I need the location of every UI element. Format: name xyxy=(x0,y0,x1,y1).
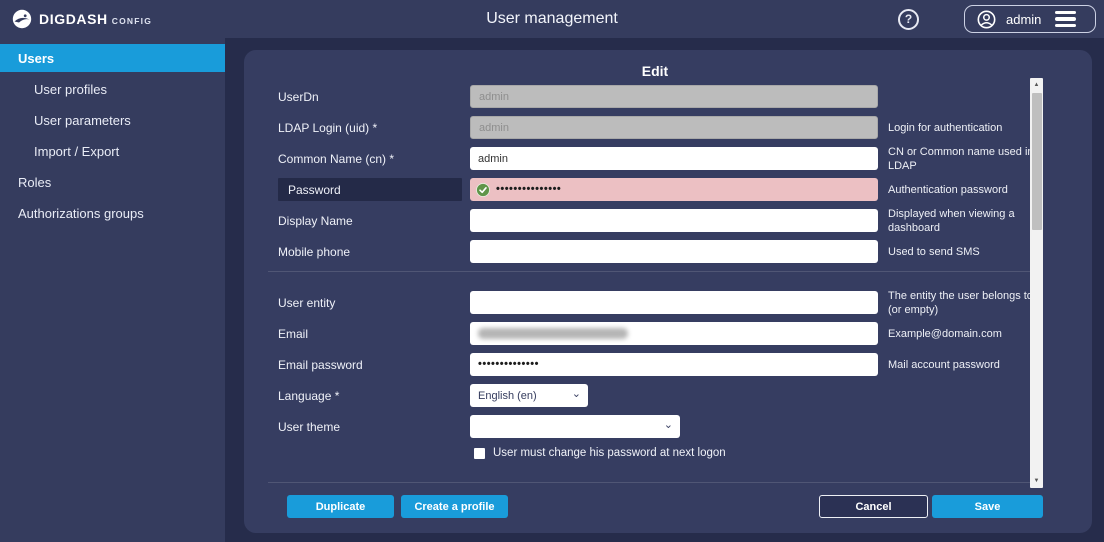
ldap-login-label: LDAP Login (uid) * xyxy=(268,116,470,139)
change-password-checkbox[interactable] xyxy=(474,448,485,459)
sidebar-item-authorizations-groups[interactable]: Authorizations groups xyxy=(0,199,225,227)
user-entity-input[interactable] xyxy=(470,291,878,314)
ldap-login-input xyxy=(470,116,878,139)
common-name-label: Common Name (cn) * xyxy=(268,147,470,170)
email-label: Email xyxy=(268,322,470,345)
mobile-phone-input[interactable] xyxy=(470,240,878,263)
topbar: DIGDASH CONFIG User management ? admin xyxy=(0,0,1104,38)
ldap-login-help: Login for authentication xyxy=(878,121,1042,135)
user-theme-label: User theme xyxy=(268,415,470,438)
sidebar-item-users[interactable]: Users xyxy=(0,44,225,72)
language-label: Language * xyxy=(268,384,470,407)
brand: DIGDASH CONFIG xyxy=(12,9,152,29)
display-name-help: Displayed when viewing a dashboard xyxy=(878,207,1042,235)
language-selected-value: English (en) xyxy=(478,390,537,402)
common-name-input[interactable] xyxy=(470,147,878,170)
form-row-password: Password ••••••••••••••• Authentication … xyxy=(268,178,1042,201)
brand-suffix: CONFIG xyxy=(112,16,152,26)
form-row-email-password: Email password •••••••••••••• Mail accou… xyxy=(268,353,1042,376)
mobile-phone-label: Mobile phone xyxy=(268,240,470,263)
common-name-help: CN or Common name used in LDAP xyxy=(878,145,1042,173)
form-row-common-name: Common Name (cn) * CN or Common name use… xyxy=(268,147,1042,170)
userdn-input xyxy=(470,85,878,108)
sidebar-item-import-export[interactable]: Import / Export xyxy=(0,137,225,165)
display-name-input[interactable] xyxy=(470,209,878,232)
hamburger-menu-icon[interactable] xyxy=(1055,11,1076,27)
main-area: Edit UserDn LDAP Login (uid) * Login for… xyxy=(225,38,1104,542)
mobile-phone-help: Used to send SMS xyxy=(878,245,1042,259)
display-name-label: Display Name xyxy=(268,209,470,232)
form-scrollbar[interactable]: ▲ ▼ xyxy=(1030,78,1043,488)
save-button[interactable]: Save xyxy=(932,495,1043,518)
brand-name: DIGDASH xyxy=(39,11,108,27)
footer-divider xyxy=(268,482,1042,483)
email-password-value: •••••••••••••• xyxy=(478,359,539,370)
form-row-user-theme: User theme ⌄ xyxy=(268,415,1042,438)
chevron-down-icon: ⌄ xyxy=(664,418,673,431)
sidebar-item-user-parameters[interactable]: User parameters xyxy=(0,106,225,134)
password-label: Password xyxy=(278,178,462,201)
user-entity-label: User entity xyxy=(268,291,470,314)
email-password-input[interactable]: •••••••••••••• xyxy=(470,353,878,376)
email-redacted-value xyxy=(478,328,628,339)
language-select[interactable]: English (en) ⌄ xyxy=(470,384,588,407)
create-profile-button[interactable]: Create a profile xyxy=(401,495,508,518)
duplicate-button[interactable]: Duplicate xyxy=(287,495,394,518)
change-password-row: User must change his password at next lo… xyxy=(474,446,1042,460)
user-menu-button[interactable]: admin xyxy=(964,5,1096,33)
form-row-language: Language * English (en) ⌄ xyxy=(268,384,1042,407)
email-password-help: Mail account password xyxy=(878,358,1042,372)
digdash-logo-icon xyxy=(12,9,32,29)
form-row-mobile-phone: Mobile phone Used to send SMS xyxy=(268,240,1042,263)
check-circle-icon xyxy=(476,183,490,197)
sidebar: Users User profiles User parameters Impo… xyxy=(0,38,225,542)
change-password-label: User must change his password at next lo… xyxy=(493,447,726,459)
form-row-user-entity: User entity The entity the user belongs … xyxy=(268,291,1042,314)
triangle-up-icon[interactable]: ▲ xyxy=(1030,79,1043,91)
section-divider xyxy=(268,271,1042,272)
sidebar-item-roles[interactable]: Roles xyxy=(0,168,225,196)
email-password-label: Email password xyxy=(268,353,470,376)
scrollbar-thumb[interactable] xyxy=(1032,93,1042,230)
user-name: admin xyxy=(1006,12,1041,27)
email-help: Example@domain.com xyxy=(878,327,1042,341)
form-row-ldap-login: LDAP Login (uid) * Login for authenticat… xyxy=(268,116,1042,139)
password-value: ••••••••••••••• xyxy=(496,184,561,195)
password-help: Authentication password xyxy=(878,183,1042,197)
form-row-userdn: UserDn xyxy=(268,85,1042,108)
action-bar: Duplicate Create a profile Cancel Save xyxy=(268,495,1043,518)
user-theme-select[interactable]: ⌄ xyxy=(470,415,680,438)
cancel-button[interactable]: Cancel xyxy=(819,495,928,518)
user-entity-help: The entity the user belongs to (or empty… xyxy=(878,289,1042,317)
panel-heading: Edit xyxy=(268,63,1042,81)
help-icon[interactable]: ? xyxy=(898,9,919,30)
edit-panel: Edit UserDn LDAP Login (uid) * Login for… xyxy=(244,50,1092,533)
form-row-email: Email Example@domain.com xyxy=(268,322,1042,345)
password-input[interactable]: ••••••••••••••• xyxy=(470,178,878,201)
chevron-down-icon: ⌄ xyxy=(572,387,581,400)
userdn-label: UserDn xyxy=(268,85,470,108)
user-icon xyxy=(977,10,996,29)
form-row-display-name: Display Name Displayed when viewing a da… xyxy=(268,209,1042,232)
triangle-down-icon[interactable]: ▼ xyxy=(1030,475,1043,487)
sidebar-item-user-profiles[interactable]: User profiles xyxy=(0,75,225,103)
